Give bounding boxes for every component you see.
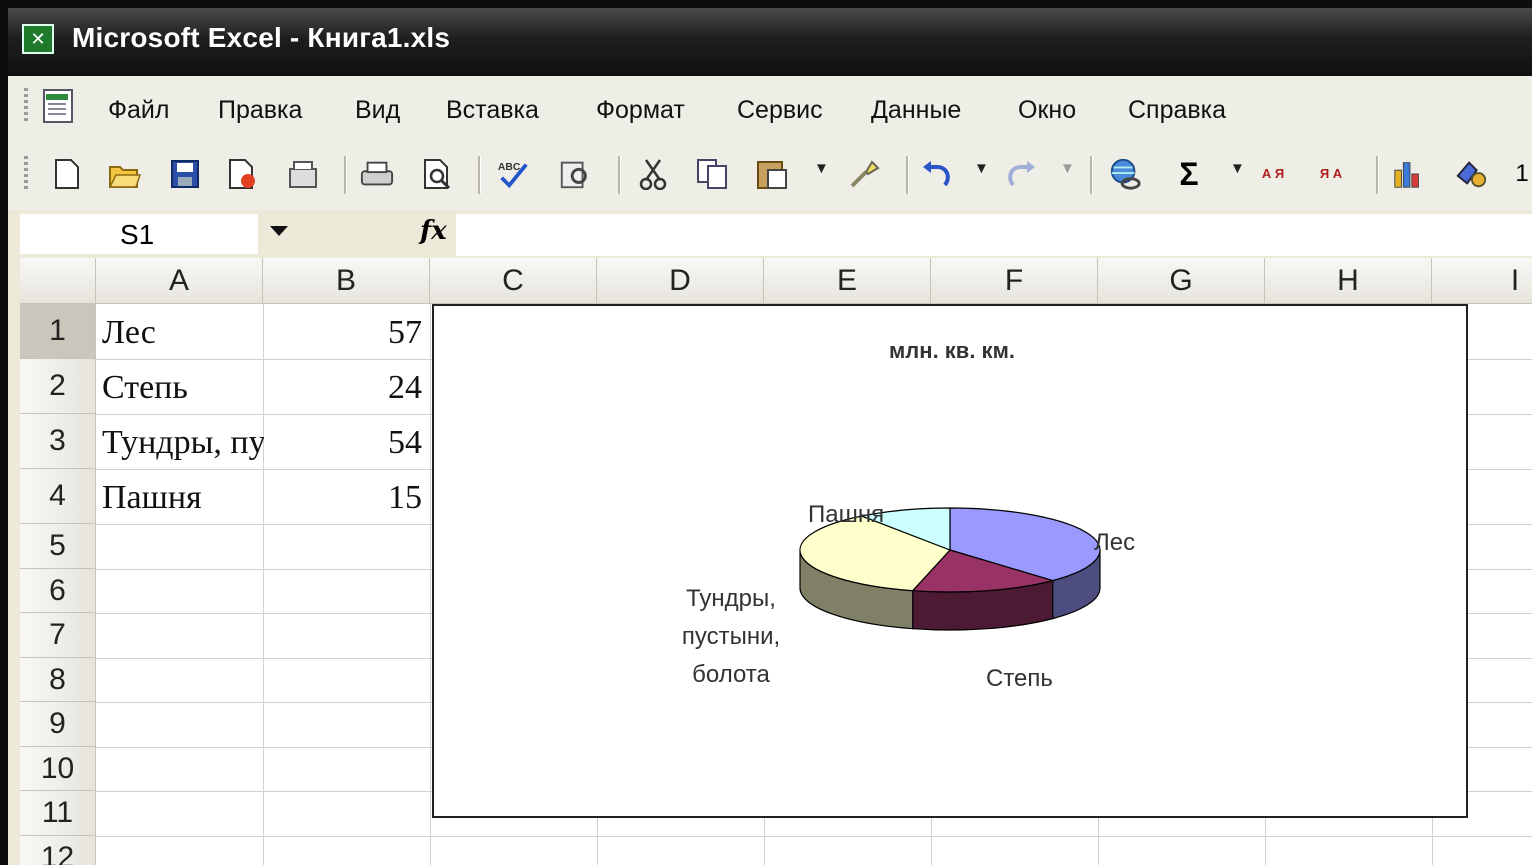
hyperlink-icon[interactable] (1108, 156, 1142, 192)
excel-window: ✕ Microsoft Excel - Книга1.xls Файл Прав… (8, 8, 1532, 865)
menu-tools[interactable]: Сервис (737, 96, 823, 125)
excel-icon: ✕ (22, 24, 54, 54)
research-icon[interactable] (558, 156, 592, 192)
sort-ascending-icon[interactable]: А Я (1256, 156, 1290, 192)
name-box[interactable]: S1 (20, 214, 258, 254)
menu-window[interactable]: Окно (1018, 96, 1076, 125)
row-header-6[interactable]: 6 (20, 569, 96, 613)
autosum-icon[interactable]: Σ (1172, 156, 1206, 192)
paste-dropdown-icon[interactable]: ▼ (814, 160, 829, 177)
cell-a2[interactable]: Степь (102, 369, 260, 407)
print-icon[interactable] (360, 156, 394, 192)
column-header-b[interactable]: B (263, 258, 430, 304)
fx-icon[interactable]: fx (420, 216, 447, 246)
row-header-4[interactable]: 4 (20, 469, 96, 524)
name-box-dropdown-icon[interactable] (270, 226, 288, 236)
toolbar-grip-icon[interactable] (24, 88, 28, 124)
pie-chart-canvas (799, 507, 1101, 631)
zoom-box[interactable]: 1 (1512, 156, 1532, 192)
cut-icon[interactable] (636, 156, 670, 192)
permission-icon[interactable] (226, 156, 260, 192)
menu-format[interactable]: Формат (596, 96, 685, 125)
column-header-g[interactable]: G (1098, 258, 1265, 304)
cell-b2[interactable]: 24 (266, 369, 422, 407)
sort-ascending-label: А Я (1261, 166, 1285, 181)
column-header-i[interactable]: I (1432, 258, 1532, 304)
menu-insert[interactable]: Вставка (446, 96, 539, 125)
drawing-icon[interactable] (1454, 156, 1488, 192)
copy-icon[interactable] (696, 156, 730, 192)
autosum-dropdown-icon[interactable]: ▼ (1230, 160, 1245, 177)
column-header-f[interactable]: F (931, 258, 1098, 304)
sort-descending-icon[interactable]: Я А (1314, 156, 1348, 192)
chart-wizard-icon[interactable] (1392, 156, 1426, 192)
cell-b1[interactable]: 57 (266, 314, 422, 352)
menu-view[interactable]: Вид (355, 96, 400, 125)
select-all-corner[interactable] (20, 258, 96, 304)
menu-help[interactable]: Справка (1128, 96, 1226, 125)
window-title: Microsoft Excel - Книга1.xls (72, 22, 451, 53)
row-header-3[interactable]: 3 (20, 414, 96, 469)
menu-bar: Файл Правка Вид Вставка Формат Сервис Да… (8, 76, 1532, 142)
row-header-10[interactable]: 10 (20, 747, 96, 791)
toolbar-grip-icon[interactable] (24, 156, 28, 192)
format-painter-icon[interactable] (848, 156, 882, 192)
sort-descending-label: Я А (1319, 166, 1343, 181)
column-header-a[interactable]: A (96, 258, 263, 304)
row-header-9[interactable]: 9 (20, 702, 96, 747)
column-header-c[interactable]: C (430, 258, 597, 304)
row-header-2[interactable]: 2 (20, 359, 96, 414)
pie-label-tundra-line1: Тундры, (686, 585, 776, 612)
pie-chart[interactable]: млн. кв. км. Лес Степь Тундры, пустыни, … (432, 304, 1468, 818)
cell-b4[interactable]: 15 (266, 479, 422, 517)
workbook-icon[interactable] (36, 88, 80, 124)
cell-a3[interactable]: Тундры, пустыни, болота (102, 424, 264, 462)
pie-label-pashnya: Пашня (808, 501, 885, 528)
name-box-value: S1 (120, 219, 155, 250)
pie-label-tundra-line2: пустыни, (681, 623, 781, 650)
pie-label-les: Лес (1094, 529, 1136, 556)
cell-a1[interactable]: Лес (102, 314, 260, 352)
undo-dropdown-icon[interactable]: ▼ (974, 160, 989, 177)
menu-file[interactable]: Файл (108, 96, 169, 125)
redo-icon[interactable] (1004, 156, 1038, 192)
standard-toolbar: ABC ▼ ▼ ▼ Σ ▼ А Я Я А 1 (8, 142, 1532, 210)
new-icon[interactable] (50, 156, 84, 192)
cell-b3[interactable]: 54 (266, 424, 422, 462)
row-header-5[interactable]: 5 (20, 524, 96, 569)
menu-edit[interactable]: Правка (218, 96, 302, 125)
row-header-12[interactable]: 12 (20, 836, 96, 865)
svg-text:ABC: ABC (498, 162, 521, 173)
pie-label-step: Степь (986, 665, 1053, 692)
formula-input[interactable] (456, 214, 1532, 256)
row-header-1[interactable]: 1 (20, 304, 96, 359)
email-icon[interactable] (286, 156, 320, 192)
row-header-11[interactable]: 11 (20, 791, 96, 836)
redo-dropdown-icon[interactable]: ▼ (1060, 160, 1075, 177)
print-preview-icon[interactable] (422, 156, 456, 192)
column-header-h[interactable]: H (1265, 258, 1432, 304)
pie-label-tundra: Тундры, пустыни, болота (666, 580, 796, 694)
worksheet-grid[interactable]: A B C D E F G H I 1 2 3 4 5 6 7 8 9 10 1… (20, 258, 1532, 865)
column-header-e[interactable]: E (764, 258, 931, 304)
row-header-8[interactable]: 8 (20, 658, 96, 702)
paste-icon[interactable] (756, 156, 790, 192)
column-header-d[interactable]: D (597, 258, 764, 304)
row-header-7[interactable]: 7 (20, 613, 96, 658)
chart-title: млн. кв. км. (889, 338, 1015, 363)
pie-label-tundra-line3: болота (692, 661, 770, 688)
open-icon[interactable] (108, 156, 142, 192)
menu-data[interactable]: Данные (871, 96, 961, 125)
title-bar: ✕ Microsoft Excel - Книга1.xls (8, 8, 1532, 76)
formula-bar: S1 fx (8, 210, 1532, 258)
save-icon[interactable] (168, 156, 202, 192)
undo-icon[interactable] (920, 156, 954, 192)
cell-a4[interactable]: Пашня (102, 479, 260, 517)
spelling-icon[interactable]: ABC (496, 156, 530, 192)
